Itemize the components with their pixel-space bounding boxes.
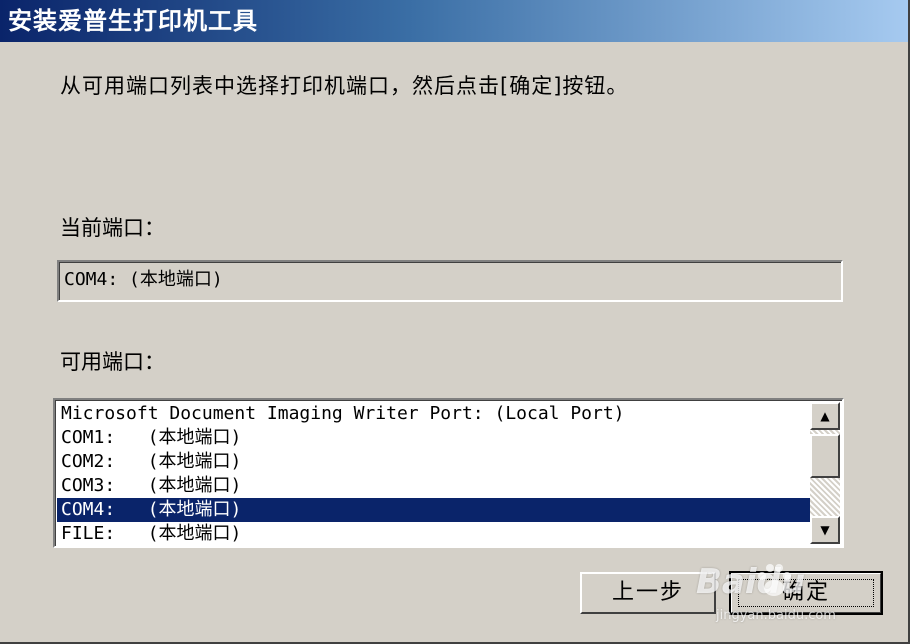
up-arrow-icon: ▲ <box>820 409 830 423</box>
back-button[interactable]: 上一步 <box>580 572 716 614</box>
available-ports-listbox[interactable]: Microsoft Document Imaging Writer Port: … <box>53 398 844 548</box>
port-list: Microsoft Document Imaging Writer Port: … <box>57 402 811 546</box>
instruction-text: 从可用端口列表中选择打印机端口，然后点击[确定]按钮。 <box>60 74 629 98</box>
title-bar[interactable]: 安装爱普生打印机工具 <box>0 0 908 42</box>
current-port-field: COM4: (本地端口) <box>57 260 843 302</box>
ok-button[interactable]: 确定 <box>729 571 883 615</box>
list-item-selected[interactable]: COM4: (本地端口) <box>57 498 811 522</box>
available-ports-label: 可用端口： <box>60 350 165 374</box>
current-port-label: 当前端口： <box>60 216 165 240</box>
window-title: 安装爱普生打印机工具 <box>8 7 258 35</box>
dialog-window: 安装爱普生打印机工具 从可用端口列表中选择打印机端口，然后点击[确定]按钮。 当… <box>0 0 910 644</box>
list-item[interactable]: FILE: (本地端口) <box>57 522 811 546</box>
list-item[interactable]: COM3: (本地端口) <box>57 474 811 498</box>
list-item[interactable]: COM2: (本地端口) <box>57 450 811 474</box>
vertical-scrollbar[interactable]: ▲ ▼ <box>810 402 840 544</box>
scrollbar-thumb[interactable] <box>810 434 840 478</box>
scroll-up-button[interactable]: ▲ <box>810 402 840 430</box>
ok-button-label: 确定 <box>781 580 830 605</box>
list-item[interactable]: Microsoft Document Imaging Writer Port: … <box>57 402 811 426</box>
scroll-down-button[interactable]: ▼ <box>810 516 840 544</box>
list-item[interactable]: COM1: (本地端口) <box>57 426 811 450</box>
down-arrow-icon: ▼ <box>820 523 830 537</box>
